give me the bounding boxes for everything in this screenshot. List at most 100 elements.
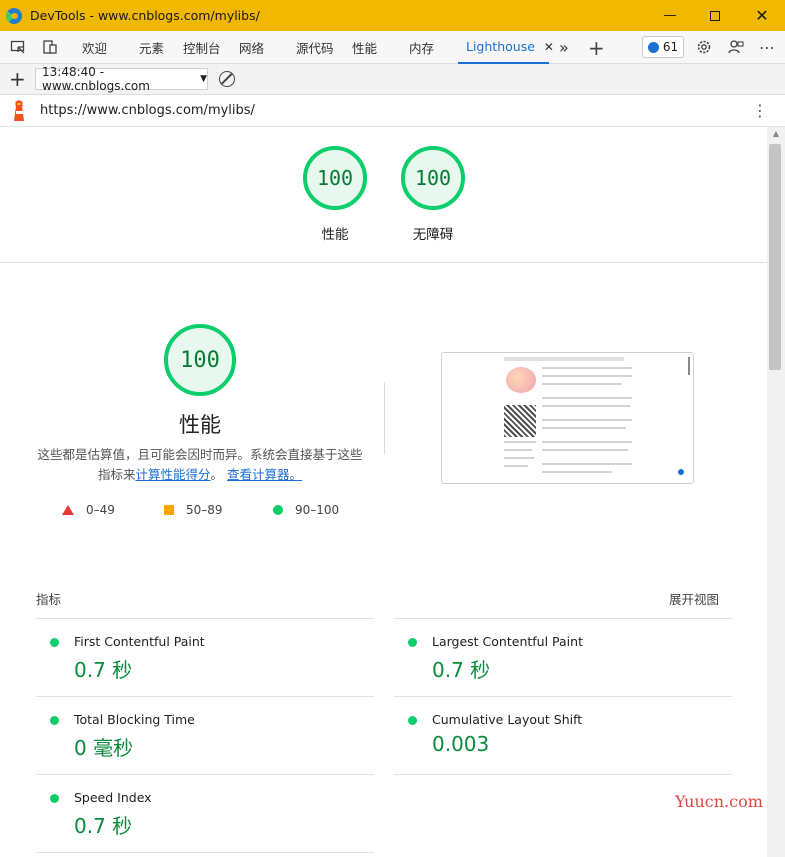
metric-divider bbox=[36, 696, 374, 697]
performance-score: 100 bbox=[180, 347, 220, 373]
average-square-icon bbox=[164, 505, 174, 515]
report-url-bar: https://www.cnblogs.com/mylibs/ ⋮ bbox=[0, 95, 785, 127]
thumb-line bbox=[504, 449, 532, 451]
section-divider bbox=[0, 262, 767, 263]
thumb-line bbox=[542, 405, 630, 407]
report-selector-value: 13:48:40 - www.cnblogs.com bbox=[42, 65, 150, 93]
view-calculator-link[interactable]: 查看计算器。 bbox=[227, 467, 302, 482]
thumb-qr-code bbox=[504, 405, 536, 437]
maximize-icon bbox=[710, 10, 720, 21]
thumb-line bbox=[504, 441, 536, 443]
thumb-line bbox=[542, 419, 632, 421]
summary-score-accessibility: 100 bbox=[414, 166, 452, 190]
clear-slash bbox=[220, 72, 233, 85]
new-report-icon[interactable]: + bbox=[9, 67, 26, 91]
tab-memory[interactable]: 内存 bbox=[409, 31, 434, 64]
thumb-line bbox=[542, 397, 632, 399]
thumb-line bbox=[504, 465, 528, 467]
thumb-line bbox=[504, 457, 534, 459]
performance-separator bbox=[384, 382, 385, 454]
metric-name: First Contentful Paint bbox=[74, 634, 205, 649]
metric-name: Largest Contentful Paint bbox=[432, 634, 583, 649]
thumb-line bbox=[542, 463, 632, 465]
settings-gear-icon[interactable] bbox=[693, 36, 715, 58]
minimize-button[interactable]: — bbox=[647, 0, 693, 31]
issues-badge[interactable]: 61 bbox=[642, 36, 684, 58]
more-options-icon[interactable]: ⋯ bbox=[756, 36, 778, 58]
calc-score-link[interactable]: 计算性能得分 bbox=[135, 467, 210, 482]
report-selector[interactable]: 13:48:40 - www.cnblogs.com ▼ bbox=[35, 65, 208, 93]
pass-circle-icon bbox=[273, 505, 283, 515]
summary-gauge-accessibility[interactable]: 100 bbox=[401, 146, 465, 210]
legend-pass-range: 90–100 bbox=[295, 503, 340, 517]
report-menu-icon[interactable]: ⋮ bbox=[752, 101, 768, 121]
final-screenshot-thumbnail[interactable] bbox=[441, 352, 694, 484]
more-tabs-button[interactable]: » bbox=[559, 31, 569, 64]
expand-view-toggle[interactable]: 展开视图 bbox=[669, 589, 719, 608]
thumb-line bbox=[542, 367, 632, 369]
tab-performance[interactable]: 性能 bbox=[352, 31, 377, 64]
pass-circle-icon bbox=[50, 716, 59, 725]
summary-gauge-performance[interactable]: 100 bbox=[303, 146, 367, 210]
thumb-line bbox=[542, 383, 622, 385]
close-window-button[interactable]: ✕ bbox=[739, 0, 785, 31]
metric-name: Cumulative Layout Shift bbox=[432, 712, 583, 727]
add-tab-icon[interactable]: + bbox=[588, 31, 605, 64]
tab-network[interactable]: 网络 bbox=[239, 31, 264, 64]
thumb-line bbox=[542, 449, 628, 451]
tab-welcome[interactable]: 欢迎 bbox=[82, 31, 107, 64]
thumb-line bbox=[542, 375, 632, 377]
edge-logo-icon bbox=[6, 7, 22, 24]
pass-circle-icon bbox=[50, 794, 59, 803]
metric-value: 0.7 秒 bbox=[432, 658, 491, 682]
issues-count: 61 bbox=[662, 40, 679, 54]
window-title: DevTools - www.cnblogs.com/mylibs/ bbox=[30, 8, 260, 23]
metrics-header: 指标 bbox=[36, 592, 62, 607]
thumb-line bbox=[542, 441, 632, 443]
legend-average-range: 50–89 bbox=[186, 503, 223, 517]
summary-label-accessibility[interactable]: 无障碍 bbox=[403, 223, 463, 243]
close-tab-icon[interactable]: ✕ bbox=[544, 40, 554, 54]
thumb-line bbox=[542, 471, 612, 473]
thumb-avatar bbox=[506, 367, 536, 393]
summary-label-performance[interactable]: 性能 bbox=[305, 223, 365, 243]
metric-value: 0.7 秒 bbox=[74, 814, 133, 838]
scrollbar[interactable]: ▲ bbox=[767, 127, 785, 857]
tab-lighthouse[interactable]: Lighthouse ✕ bbox=[458, 31, 554, 64]
thumb-scrollbar bbox=[688, 357, 690, 375]
fail-triangle-icon bbox=[62, 505, 74, 515]
chevron-down-icon: ▼ bbox=[200, 74, 207, 84]
pass-circle-icon bbox=[50, 638, 59, 647]
thumb-header bbox=[504, 357, 624, 361]
customize-devtools-icon[interactable] bbox=[725, 36, 747, 58]
report-toolbar: + 13:48:40 - www.cnblogs.com ▼ bbox=[0, 64, 785, 95]
tab-console[interactable]: 控制台 bbox=[183, 31, 221, 64]
performance-description: 这些都是估算值，且可能会因时而异。系统会直接基于这些指标来计算性能得分。 查看计… bbox=[32, 445, 368, 485]
lighthouse-icon bbox=[14, 100, 24, 121]
legend-fail: 0–49 bbox=[62, 503, 115, 517]
metric-value: 0.003 bbox=[432, 732, 490, 756]
tab-elements[interactable]: 元素 bbox=[139, 31, 164, 64]
metric-divider bbox=[36, 774, 374, 775]
metric-divider bbox=[394, 696, 732, 697]
scrollbar-thumb[interactable] bbox=[769, 144, 781, 370]
tab-sources[interactable]: 源代码 bbox=[296, 31, 334, 64]
device-emulation-icon[interactable] bbox=[39, 36, 61, 58]
maximize-button[interactable] bbox=[692, 0, 738, 31]
issues-icon bbox=[647, 41, 659, 53]
inspect-element-icon[interactable] bbox=[7, 36, 29, 58]
pass-circle-icon bbox=[408, 716, 417, 725]
metric-name: Total Blocking Time bbox=[74, 712, 195, 727]
summary-score-performance: 100 bbox=[316, 166, 354, 190]
metric-divider bbox=[36, 618, 374, 619]
legend-average: 50–89 bbox=[164, 503, 223, 517]
legend-pass: 90–100 bbox=[273, 503, 339, 517]
thumb-fab bbox=[678, 469, 684, 475]
metric-value: 0 毫秒 bbox=[74, 736, 134, 760]
tab-lighthouse-label: Lighthouse bbox=[466, 39, 535, 54]
metric-divider bbox=[36, 852, 374, 853]
performance-desc-sep: 。 bbox=[210, 467, 224, 482]
report-url[interactable]: https://www.cnblogs.com/mylibs/ bbox=[40, 103, 255, 118]
clear-reports-icon[interactable] bbox=[219, 71, 235, 87]
scroll-up-icon[interactable]: ▲ bbox=[767, 129, 785, 139]
